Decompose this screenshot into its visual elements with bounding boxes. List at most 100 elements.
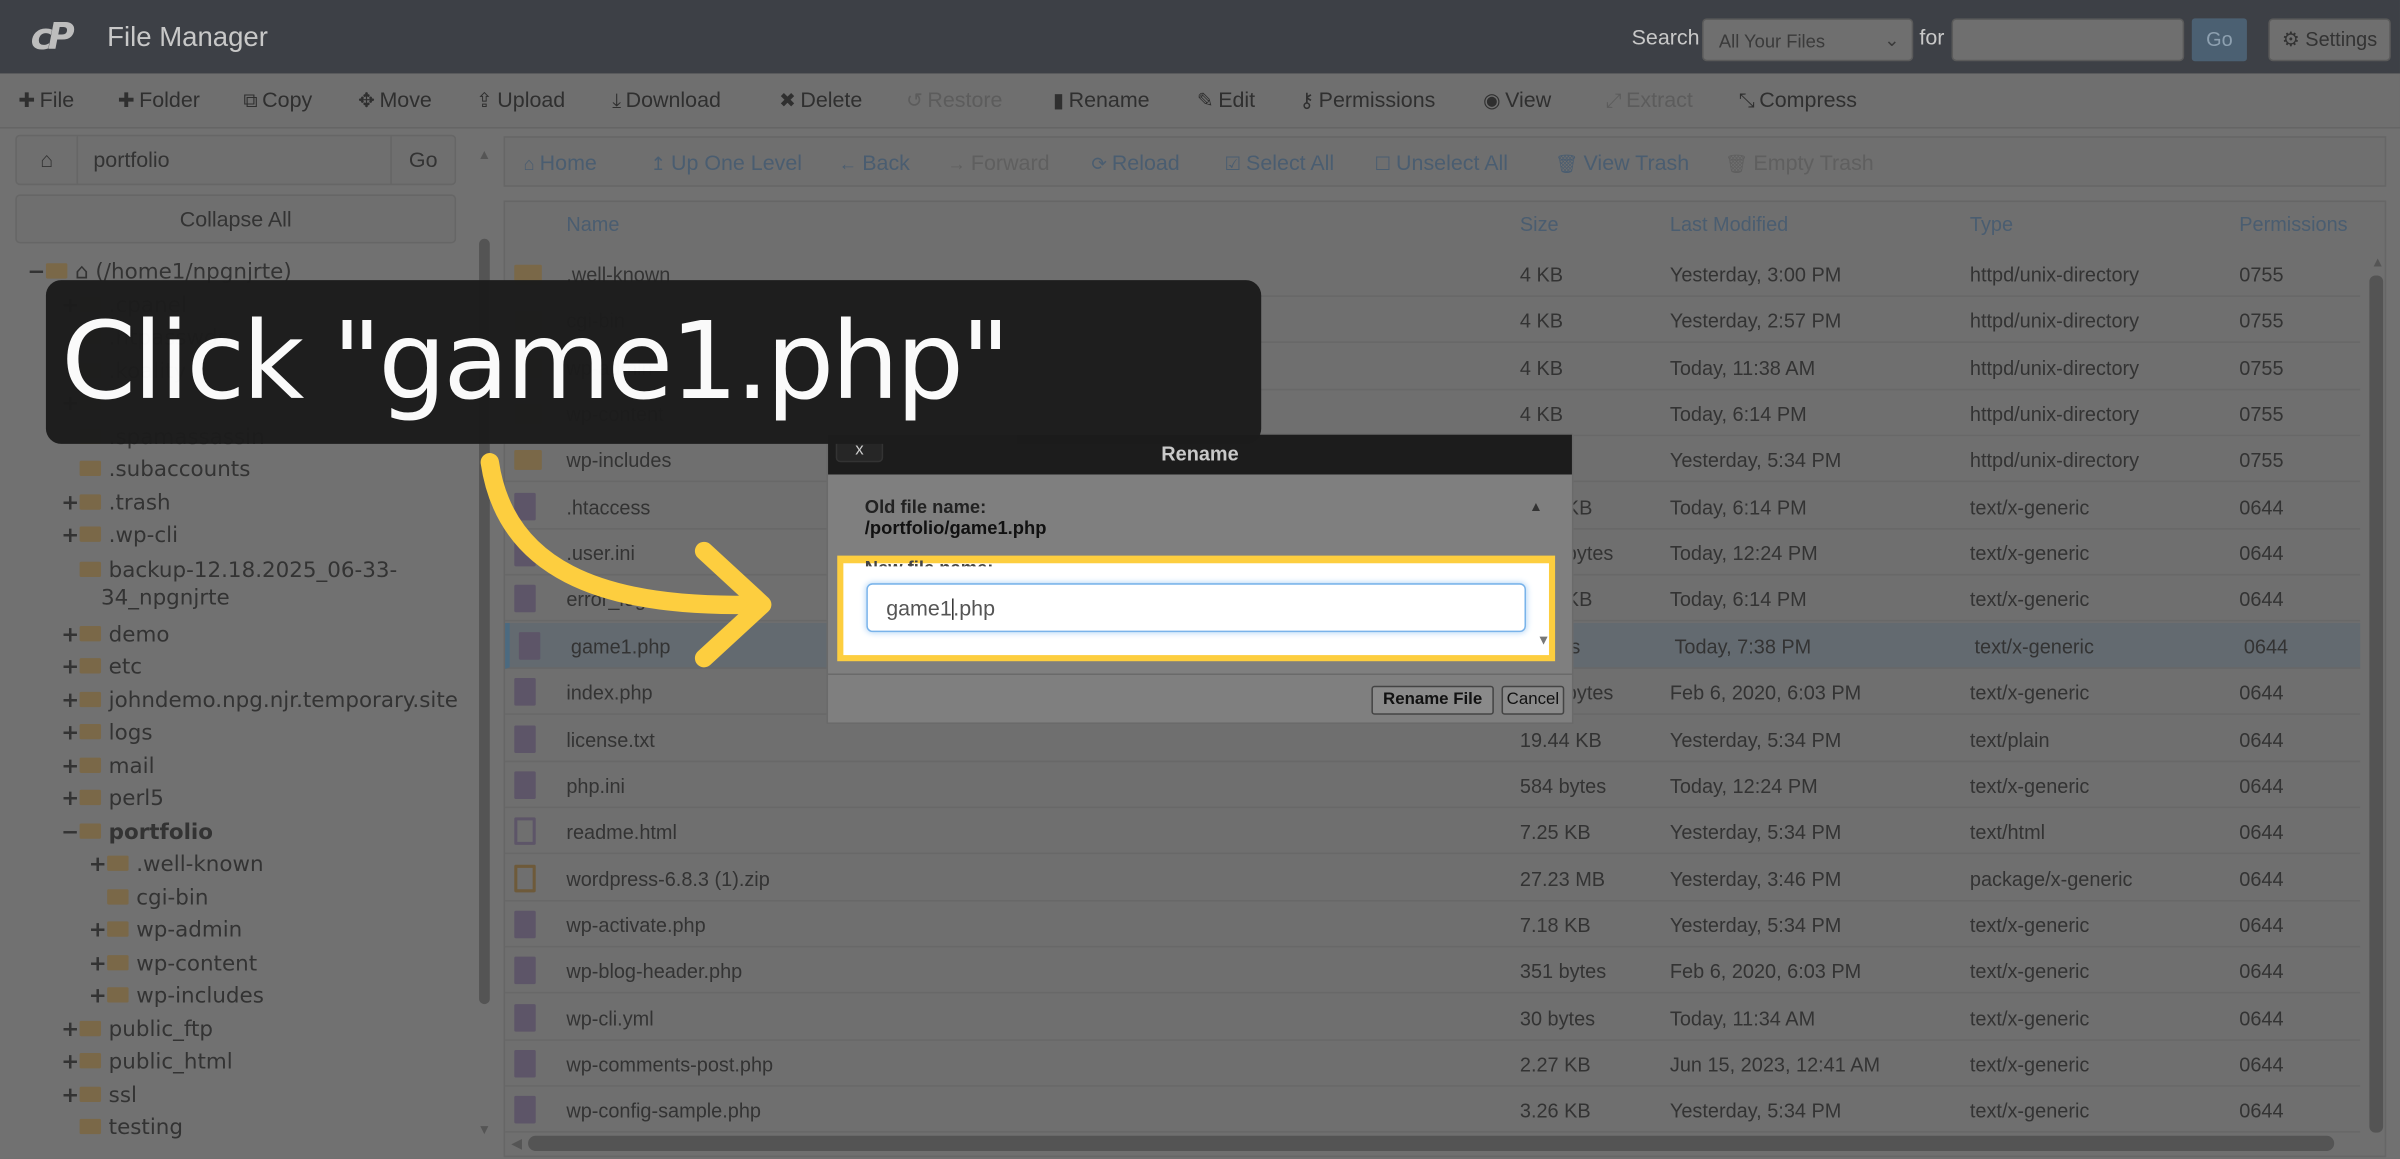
tree-item[interactable]: backup-12.18.2025_06-33-34_npgnjrte — [61, 556, 397, 588]
scroll-up-icon[interactable]: ▲ — [1529, 499, 1543, 514]
toolbar-permissions-button[interactable]: ⚷Permissions — [1299, 87, 1435, 113]
tree-item[interactable]: +.trash — [61, 491, 170, 523]
path-go-button[interactable]: Go — [390, 136, 454, 183]
toolbar-file-button[interactable]: ✚File — [18, 87, 74, 113]
cell-modified: Today, 11:34 AM — [1670, 1007, 1815, 1030]
expand-icon[interactable]: + — [61, 622, 79, 646]
tree-item[interactable]: +.well-known — [89, 853, 264, 885]
table-vertical-scrollbar[interactable] — [2369, 276, 2383, 1133]
table-row[interactable]: wp-config-sample.php3.26 KBYesterday, 5:… — [505, 1087, 2360, 1133]
tree-item[interactable]: +demo — [61, 622, 169, 654]
collapse-icon[interactable]: − — [61, 820, 79, 844]
toolbar-extract-button[interactable]: ⤢Extract — [1606, 87, 1693, 113]
expand-icon[interactable]: + — [61, 721, 79, 745]
collapse-icon[interactable]: − — [28, 260, 46, 284]
tree-item[interactable]: +perl5 — [61, 787, 164, 819]
toolbar-edit-button[interactable]: ✎Edit — [1197, 87, 1255, 113]
toolbar-folder-button[interactable]: ✚Folder — [118, 87, 200, 113]
table-horizontal-scrollbar[interactable] — [528, 1136, 2334, 1151]
expand-icon[interactable]: + — [61, 1050, 79, 1074]
toolbar-download-button[interactable]: ⤓Download — [612, 87, 721, 113]
toolbar-compress-button[interactable]: ⤡Compress — [1739, 87, 1857, 113]
table-row[interactable]: wp-cli.yml30 bytesToday, 11:34 AMtext/x-… — [505, 994, 2360, 1040]
cell-name: wordpress-6.8.3 (1).zip — [566, 867, 769, 890]
table-row[interactable]: wp-activate.php7.18 KBYesterday, 5:34 PM… — [505, 901, 2360, 947]
tree-item[interactable]: +.wp-cli — [61, 523, 178, 555]
search-go-button[interactable]: Go — [2192, 18, 2247, 61]
toolbar-move-button[interactable]: ✥Move — [358, 87, 432, 113]
expand-icon[interactable]: + — [61, 688, 79, 712]
table-row[interactable]: readme.html7.25 KBYesterday, 5:34 PMtext… — [505, 808, 2360, 854]
table-row[interactable]: wp-comments-post.php2.27 KBJun 15, 2023,… — [505, 1041, 2360, 1087]
rename-file-button[interactable]: Rename File — [1371, 686, 1493, 715]
cancel-button[interactable]: Cancel — [1502, 686, 1565, 715]
toolbar-delete-button[interactable]: ✖Delete — [779, 87, 862, 113]
expand-icon[interactable]: + — [61, 491, 79, 515]
scroll-down-icon[interactable]: ▼ — [1537, 632, 1551, 647]
expand-icon[interactable]: + — [61, 754, 79, 778]
nav-reload-button[interactable]: ⟳ Reload — [1091, 150, 1179, 174]
tree-item[interactable]: +public_ftp — [61, 1017, 213, 1049]
tree-item[interactable]: −portfolio — [61, 820, 213, 852]
toolbar-upload-button[interactable]: ⇪Upload — [476, 87, 565, 113]
tree-item[interactable]: +mail — [61, 754, 154, 786]
expand-icon[interactable]: + — [61, 1017, 79, 1041]
cpanel-logo-icon[interactable]: cP — [31, 15, 98, 58]
settings-button[interactable]: ⚙ Settings — [2268, 18, 2390, 61]
input-text-before-caret: game1 — [886, 595, 952, 619]
cell-name: readme.html — [566, 821, 677, 844]
tree-item[interactable]: .subaccounts — [61, 458, 250, 490]
collapse-all-button[interactable]: Collapse All — [15, 194, 456, 243]
new-file-name-input[interactable]: game1.php — [866, 583, 1526, 632]
expand-icon[interactable]: + — [61, 787, 79, 811]
expand-icon[interactable]: + — [61, 523, 79, 547]
nav-home-button[interactable]: ⌂ Home — [523, 150, 596, 174]
toolbar-restore-button[interactable]: ↺Restore — [906, 87, 1002, 113]
tree-item[interactable]: +etc — [61, 655, 142, 687]
toolbar-rename-button[interactable]: ▮Rename — [1053, 87, 1150, 113]
expand-icon[interactable]: + — [61, 655, 79, 679]
expand-icon[interactable]: + — [89, 951, 107, 975]
toolbar-copy-button[interactable]: ⧉Copy — [243, 87, 312, 113]
tree-item[interactable]: +johndemo.npg.njr.temporary.site — [61, 688, 458, 720]
tree-item[interactable]: cgi-bin — [89, 885, 209, 917]
column-header-type[interactable]: Type — [1970, 213, 2013, 236]
table-row[interactable]: wp-blog-header.php351 bytesFeb 6, 2020, … — [505, 948, 2360, 994]
tree-item[interactable]: +wp-admin — [89, 918, 242, 950]
scroll-up-icon[interactable]: ▲ — [478, 147, 492, 162]
search-input[interactable] — [1952, 18, 2185, 61]
tree-item[interactable]: +logs — [61, 721, 152, 753]
column-header-name[interactable]: Name — [566, 213, 619, 236]
expand-icon[interactable]: + — [89, 918, 107, 942]
nav-up-one-level-button[interactable]: ↥ Up One Level — [651, 150, 803, 174]
scroll-down-icon[interactable]: ▼ — [478, 1122, 492, 1137]
path-input[interactable]: portfolio — [93, 147, 169, 171]
tree-item[interactable]: testing — [61, 1116, 183, 1148]
expand-icon[interactable]: + — [61, 1083, 79, 1107]
toolbar-label: Extract — [1626, 87, 1693, 111]
tree-item[interactable]: +public_html — [61, 1050, 232, 1082]
column-header-permissions[interactable]: Permissions — [2239, 213, 2347, 236]
home-icon[interactable]: ⌂ — [17, 136, 78, 183]
tree-item[interactable]: +wp-includes — [89, 984, 264, 1016]
nav-empty-trash-button[interactable]: 🗑 Empty Trash — [1725, 150, 1874, 174]
nav-select-all-button[interactable]: ☑ Select All — [1224, 150, 1334, 174]
table-row[interactable]: wordpress-6.8.3 (1).zip27.23 MBYesterday… — [505, 855, 2360, 901]
tree-item[interactable]: +wp-content — [89, 951, 257, 983]
tree-item[interactable]: +ssl — [61, 1083, 137, 1115]
column-header-size[interactable]: Size — [1520, 213, 1559, 236]
toolbar-view-button[interactable]: ◉View — [1483, 87, 1551, 113]
expand-icon[interactable]: + — [89, 984, 107, 1008]
scroll-up-icon[interactable]: ▲ — [2371, 254, 2385, 269]
checkbox-empty-icon: ☐ — [1374, 153, 1396, 174]
nav-view-trash-button[interactable]: 🗑 View Trash — [1555, 150, 1689, 174]
nav-forward-button[interactable]: → Forward — [947, 150, 1049, 174]
checkbox-checked-icon: ☑ — [1224, 153, 1246, 174]
nav-unselect-all-button[interactable]: ☐ Unselect All — [1374, 150, 1508, 174]
expand-icon[interactable]: + — [89, 853, 107, 877]
scroll-left-icon[interactable]: ◀ — [511, 1136, 522, 1153]
table-row[interactable]: php.ini584 bytesToday, 12:24 PMtext/x-ge… — [505, 762, 2360, 808]
nav-back-button[interactable]: ← Back — [839, 150, 910, 174]
column-header-last-modified[interactable]: Last Modified — [1670, 213, 1788, 236]
search-scope-select[interactable]: All Your Files⌄ — [1702, 18, 1913, 61]
